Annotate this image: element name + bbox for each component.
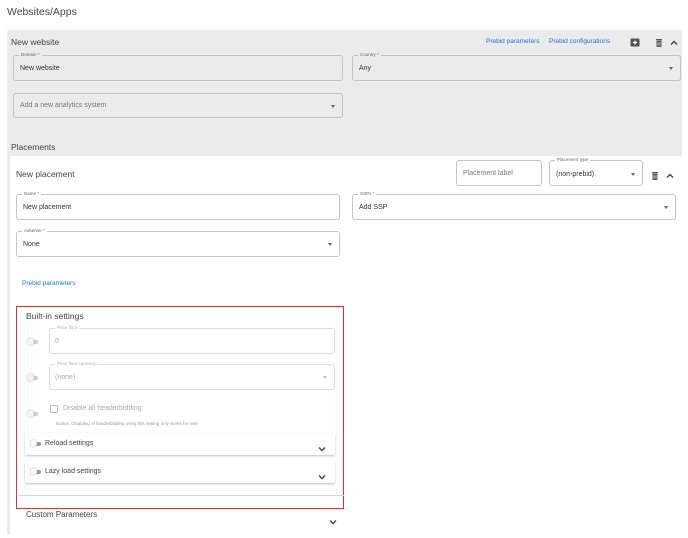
price-floor-currency-value: (none) xyxy=(55,374,76,381)
price-floor-toggle[interactable] xyxy=(27,338,39,345)
placement-type-value: (non-prebid) xyxy=(556,171,595,178)
adserver-select[interactable]: Adserver * None xyxy=(16,228,340,257)
adserver-label: Adserver * xyxy=(22,228,48,233)
lazy-load-settings-label: Lazy load settings xyxy=(45,468,102,475)
add-box-icon[interactable] xyxy=(630,35,640,47)
website-name: New website xyxy=(11,37,60,47)
chevron-up-icon[interactable] xyxy=(669,35,679,45)
placement-label-input[interactable]: Placement label xyxy=(456,160,542,186)
price-floor-field[interactable]: Price floor 0 xyxy=(49,325,335,354)
price-floor-currency-label: Price floor currency xyxy=(55,361,98,366)
country-label: Country * xyxy=(358,52,381,57)
chevron-down-icon xyxy=(328,243,332,246)
headerbidding-notice: Notice: Disabling of headerbidding using… xyxy=(56,421,198,426)
analytics-select[interactable]: Add a new analytics system xyxy=(13,93,343,118)
ssps-select[interactable]: SSPs * Add SSP xyxy=(352,191,676,220)
name-label: Name * xyxy=(22,191,42,196)
name-value: New placement xyxy=(23,204,72,211)
website-card: New website Prebid parameters Prebid con… xyxy=(7,30,682,535)
lazy-load-settings-toggle[interactable] xyxy=(30,468,42,475)
trash-icon[interactable] xyxy=(650,168,660,180)
chevron-down-icon[interactable] xyxy=(318,467,326,480)
disable-headerbidding-toggle[interactable] xyxy=(27,410,39,417)
ssps-value: Add SSP xyxy=(359,204,388,211)
adserver-value: None xyxy=(23,241,40,248)
price-floor-currency-select[interactable]: Price floor currency (none) xyxy=(49,361,335,390)
placement-type-label: Placement type xyxy=(555,157,591,162)
price-floor-label: Price floor xyxy=(55,325,80,330)
custom-parameters-label: Custom Parameters xyxy=(26,510,98,519)
domain-value: New website xyxy=(20,65,60,72)
lazy-load-settings-expander[interactable]: Lazy load settings xyxy=(25,461,335,483)
ssps-label: SSPs * xyxy=(358,191,377,196)
placement-prebid-parameters-link[interactable]: Prebid parameters xyxy=(22,280,75,287)
country-value: Any xyxy=(359,65,372,72)
name-field[interactable]: Name * New placement xyxy=(16,191,340,220)
chevron-down-icon xyxy=(331,105,335,108)
chevron-down-icon xyxy=(631,173,635,176)
reload-settings-expander[interactable]: Reload settings xyxy=(25,433,335,455)
placement-label-placeholder: Placement label xyxy=(463,170,513,177)
chevron-down-icon[interactable] xyxy=(318,439,326,452)
chevron-up-icon[interactable] xyxy=(665,168,675,178)
disable-headerbidding-checkbox[interactable] xyxy=(50,405,58,413)
builtin-settings-title: Built-in settings xyxy=(26,311,84,321)
builtin-settings-panel: Built-in settings Price floor 0 Price fl… xyxy=(16,306,344,525)
placement-type-select[interactable]: Placement type (non-prebid) xyxy=(549,157,643,186)
placement-name: New placement xyxy=(16,169,75,179)
reload-settings-toggle[interactable] xyxy=(30,440,42,447)
price-floor-currency-toggle[interactable] xyxy=(27,374,39,381)
domain-field[interactable]: Domain * New website xyxy=(13,52,343,81)
chevron-down-icon xyxy=(669,67,673,70)
chevron-down-icon xyxy=(664,206,668,209)
reload-settings-label: Reload settings xyxy=(45,440,94,447)
domain-label: Domain * xyxy=(19,52,42,57)
trash-icon[interactable] xyxy=(654,35,664,47)
disable-headerbidding-label: Disable all headerbidding xyxy=(63,405,142,412)
analytics-placeholder: Add a new analytics system xyxy=(20,102,107,109)
price-floor-value: 0 xyxy=(55,338,59,345)
chevron-down-icon[interactable] xyxy=(329,512,337,525)
placement-card: New placement Placement label Placement … xyxy=(10,156,682,535)
placements-title: Placements xyxy=(11,142,56,152)
page-title: Websites/Apps xyxy=(7,6,77,18)
custom-parameters-expander[interactable]: Custom Parameters xyxy=(18,495,344,525)
prebid-parameters-link[interactable]: Prebid parameters xyxy=(486,38,539,45)
country-select[interactable]: Country * Any xyxy=(352,52,681,81)
prebid-configurations-link[interactable]: Prebid configurations xyxy=(549,38,610,45)
chevron-down-icon xyxy=(323,376,327,379)
